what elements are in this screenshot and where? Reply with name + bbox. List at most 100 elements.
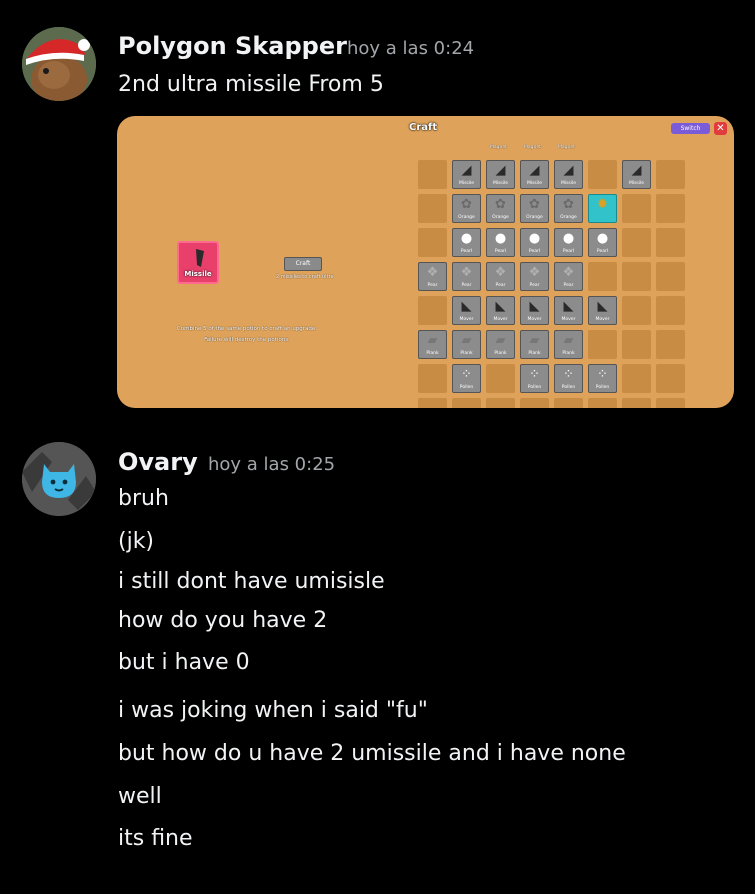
inventory-slot-pear: ❖ Pear <box>418 262 447 291</box>
inventory-slot-mover: ◣ Mover <box>554 296 583 325</box>
slot-label: Orange <box>492 215 509 220</box>
mover-icon: ◣ <box>461 299 472 314</box>
grid-cell <box>622 364 651 393</box>
slot-label: Mover <box>527 317 542 322</box>
grid-cell <box>418 194 447 223</box>
mover-icon: ◣ <box>597 299 608 314</box>
slot-label: Mover <box>561 317 576 322</box>
slot-label: Missile <box>628 181 645 186</box>
message-text: bruh <box>118 486 169 511</box>
craft-button: Craft <box>284 257 322 271</box>
author-name[interactable]: Ovary <box>118 448 198 476</box>
grid-cell <box>588 160 617 189</box>
slot-label: Pear <box>495 283 506 288</box>
inventory-slot-orange: ✿ Orange <box>452 194 481 223</box>
slot-label: Orange <box>526 215 543 220</box>
plank-icon: ▰ <box>495 333 506 348</box>
pearl-icon: ● <box>460 231 473 246</box>
gold-item-icon: ✹ <box>597 197 608 212</box>
blue-cat-avatar-icon <box>22 442 96 516</box>
inventory-slot-pollen: ⁘ Pollen <box>452 364 481 393</box>
slot-label: Plank <box>494 351 507 356</box>
grid-cell <box>418 228 447 257</box>
grid-cell <box>520 398 549 408</box>
missile-icon: ◢ <box>631 163 642 178</box>
plank-icon: ▰ <box>427 333 438 348</box>
inventory-slot-missile: ◢ Missile <box>622 160 651 189</box>
pear-icon: ❖ <box>460 265 473 280</box>
slot-label: Missile <box>458 181 475 186</box>
grid-cell <box>622 194 651 223</box>
orange-icon: ✿ <box>529 197 540 212</box>
message-ovary: Ovary hoy a las 0:25 bruh (jk) i still d… <box>0 430 755 870</box>
slot-label: Missile <box>560 181 577 186</box>
grid-cell <box>418 398 447 408</box>
column-head: Magnet <box>558 145 575 150</box>
message-text: but i have 0 <box>118 650 250 675</box>
pear-icon: ❖ <box>494 265 507 280</box>
orange-icon: ✿ <box>495 197 506 212</box>
grid-cell <box>452 398 481 408</box>
missile-icon: ◢ <box>461 163 472 178</box>
inventory-slot-mover: ◣ Mover <box>452 296 481 325</box>
pollen-icon: ⁘ <box>597 367 608 382</box>
slot-label: Pearl <box>596 249 609 254</box>
pearl-icon: ● <box>562 231 575 246</box>
inventory-slot-plank: ▰ Plank <box>418 330 447 359</box>
message-text: but how do u have 2 umissile and i have … <box>118 741 626 766</box>
slot-label: Mover <box>493 317 508 322</box>
inventory-slot-pollen: ⁘ Pollen <box>588 364 617 393</box>
inventory-slot-pear: ❖ Pear <box>452 262 481 291</box>
game-screenshot-attachment[interactable]: Craft Switch ✕ Missile Craft 2 missiles … <box>117 116 734 408</box>
inventory-slot-plank: ▰ Plank <box>554 330 583 359</box>
inventory-slot-pollen: ⁘ Pollen <box>554 364 583 393</box>
inventory-slot-orange: ✿ Orange <box>520 194 549 223</box>
slot-label: Plank <box>460 351 473 356</box>
grid-cell <box>418 364 447 393</box>
orange-icon: ✿ <box>563 197 574 212</box>
grid-cell <box>656 398 685 408</box>
craft-hint-line-2: Failure will destroy the potions. <box>204 337 290 343</box>
missile-icon: ◢ <box>495 163 506 178</box>
slot-label: Plank <box>426 351 439 356</box>
grid-cell <box>656 330 685 359</box>
inventory-slot-pollen: ⁘ Pollen <box>520 364 549 393</box>
grid-cell <box>656 160 685 189</box>
author-name[interactable]: Polygon Skapper <box>118 32 347 60</box>
pollen-icon: ⁘ <box>461 367 472 382</box>
grid-cell <box>486 364 515 393</box>
mover-icon: ◣ <box>495 299 506 314</box>
message-text: how do you have 2 <box>118 608 328 633</box>
slot-label: Pear <box>427 283 438 288</box>
message-text: (jk) <box>118 529 155 554</box>
slot-label: Orange <box>560 215 577 220</box>
inventory-slot-pear: ❖ Pear <box>486 262 515 291</box>
inventory-slot-mover: ◣ Mover <box>588 296 617 325</box>
slot-label: Pollen <box>595 385 610 390</box>
grid-cell <box>622 228 651 257</box>
message-text: well <box>118 784 162 809</box>
slot-label: Missile <box>492 181 509 186</box>
inventory-slot-plank: ▰ Plank <box>520 330 549 359</box>
slot-label: Pear <box>563 283 574 288</box>
plank-icon: ▰ <box>529 333 540 348</box>
grid-cell <box>622 262 651 291</box>
missile-icon: ◢ <box>529 163 540 178</box>
slot-label: Pollen <box>527 385 542 390</box>
grid-cell <box>622 330 651 359</box>
grid-cell <box>588 262 617 291</box>
inventory-slot-missile: ◢ Missile <box>452 160 481 189</box>
craft-title: Craft <box>409 122 438 133</box>
inventory-slot-mover: ◣ Mover <box>486 296 515 325</box>
avatar[interactable] <box>22 442 96 516</box>
slot-label: Pollen <box>459 385 474 390</box>
inventory-slot-mover: ◣ Mover <box>520 296 549 325</box>
slot-label: Mover <box>595 317 610 322</box>
avatar[interactable] <box>22 27 96 101</box>
inventory-slot-missile: ◢ Missile <box>486 160 515 189</box>
mover-icon: ◣ <box>563 299 574 314</box>
grid-cell <box>554 398 583 408</box>
message-polygon-skapper: Polygon Skapper hoy a las 0:24 2nd ultra… <box>0 0 755 410</box>
inventory-slot-orange: ✿ Orange <box>554 194 583 223</box>
inventory-slot-pearl: ● Pearl <box>520 228 549 257</box>
